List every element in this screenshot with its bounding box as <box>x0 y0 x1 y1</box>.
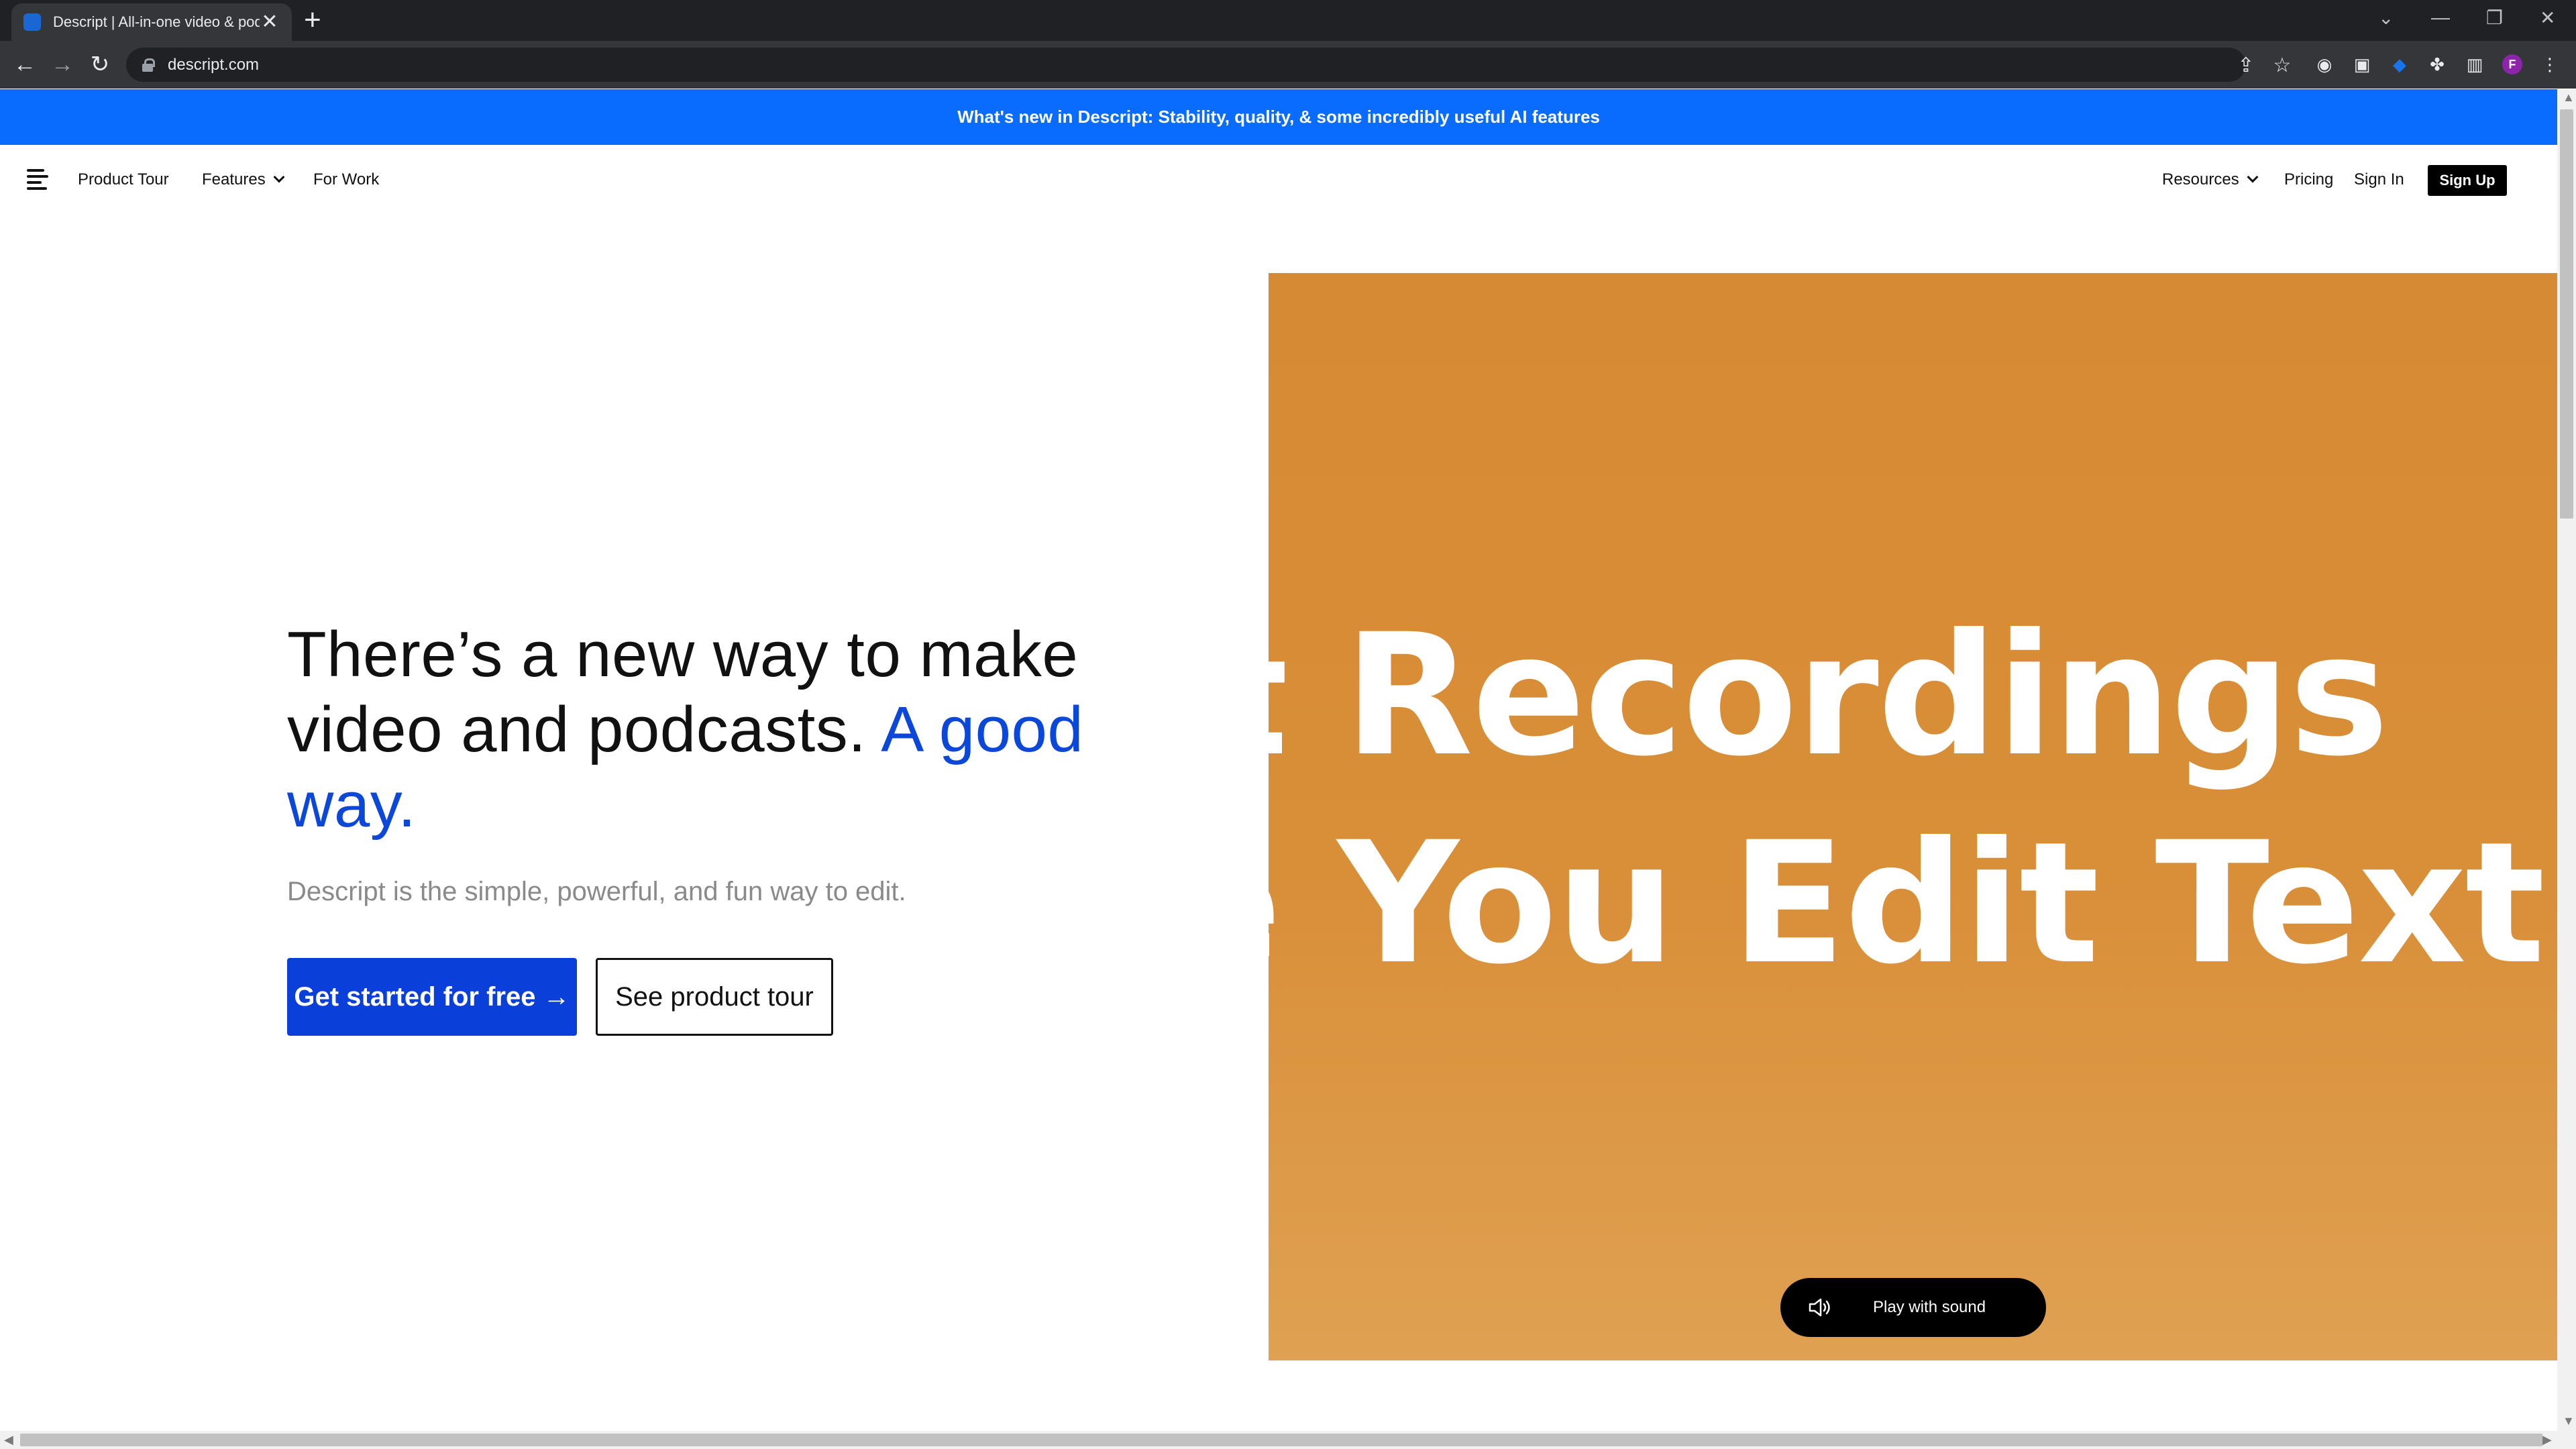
address-bar[interactable]: descript.com ⇪ ☆ <box>126 48 2291 82</box>
browser-tab-active[interactable]: Descript | All-in-one video & podcast ed… <box>11 3 292 41</box>
horizontal-scroll-thumb[interactable] <box>20 1434 2542 1446</box>
url-text: descript.com <box>168 55 260 74</box>
close-window-icon[interactable]: ✕ <box>2540 0 2555 35</box>
lock-icon <box>142 58 155 72</box>
tab-title: Descript | All-in-one video & podcast ed… <box>53 13 260 30</box>
back-icon[interactable]: ← <box>9 49 40 80</box>
side-panel-icon[interactable]: ▥ <box>2465 54 2485 74</box>
nav-resources[interactable]: Resources <box>2162 170 2259 189</box>
nav-features[interactable]: Features <box>202 170 285 189</box>
forward-icon[interactable]: → <box>47 49 78 80</box>
scroll-up-icon[interactable]: ▲ <box>2563 91 2575 105</box>
sign-up-button[interactable]: Sign Up <box>2428 165 2507 196</box>
hero-subtext: Descript is the simple, powerful, and fu… <box>287 877 906 906</box>
extensions-puzzle-icon[interactable]: ✤ <box>2427 54 2447 74</box>
play-with-sound-label: Play with sound <box>1873 1298 1986 1316</box>
chevron-down-icon <box>273 171 285 183</box>
hero-video[interactable]: t Recordings e You Edit Text <box>1269 273 2557 1360</box>
reload-icon[interactable]: ↻ <box>85 49 115 80</box>
nav-for-work[interactable]: For Work <box>313 170 379 189</box>
share-icon[interactable]: ⇪ <box>2234 53 2258 77</box>
scroll-right-icon[interactable]: ▶ <box>2542 1433 2552 1447</box>
video-caption-line-1: t Recordings <box>1269 598 2389 793</box>
horizontal-scrollbar[interactable]: ◀ ▶ <box>0 1431 2576 1449</box>
extension-1password-icon[interactable]: ◉ <box>2314 54 2334 74</box>
extension-pin-icon[interactable]: ◆ <box>2390 54 2410 74</box>
restore-icon[interactable]: ❐ <box>2486 0 2503 35</box>
chevron-down-icon <box>2247 171 2259 183</box>
bookmark-star-icon[interactable]: ☆ <box>2270 53 2294 77</box>
nav-sign-in[interactable]: Sign In <box>2354 170 2404 189</box>
scroll-left-icon[interactable]: ◀ <box>4 1433 13 1447</box>
descript-favicon-icon <box>23 13 41 31</box>
browser-menu-icon[interactable]: ⋮ <box>2540 54 2560 74</box>
profile-avatar[interactable]: F <box>2502 54 2522 74</box>
site-navigation: Product Tour Features For Work Resources… <box>0 145 2557 217</box>
tab-close-icon[interactable]: ✕ <box>260 12 280 32</box>
see-product-tour-button[interactable]: See product tour <box>596 958 833 1036</box>
extension-blue-icon[interactable]: ▣ <box>2352 54 2372 74</box>
video-caption-line-2: e You Edit Text <box>1269 806 2545 1001</box>
minimize-icon[interactable]: — <box>2431 0 2450 35</box>
new-tab-button[interactable]: + <box>304 5 321 35</box>
nav-resources-label: Resources <box>2162 170 2239 189</box>
tab-search-icon[interactable]: ⌄ <box>2378 0 2394 35</box>
nav-features-label: Features <box>202 170 266 189</box>
play-with-sound-button[interactable]: Play with sound <box>1780 1278 2046 1337</box>
nav-pricing[interactable]: Pricing <box>2284 170 2333 189</box>
nav-product-tour[interactable]: Product Tour <box>78 170 169 189</box>
hero-headline: There’s a new way to make video and podc… <box>287 617 1092 843</box>
announcement-banner[interactable]: What's new in Descript: Stability, quali… <box>0 89 2557 145</box>
get-started-button[interactable]: Get started for free → <box>287 958 577 1036</box>
vertical-scrollbar[interactable]: ▲ ▼ <box>2557 89 2576 1431</box>
scroll-down-icon[interactable]: ▼ <box>2563 1414 2575 1428</box>
vertical-scroll-thumb[interactable] <box>2560 109 2573 519</box>
speaker-icon <box>1809 1298 1830 1317</box>
browser-tabstrip: Descript | All-in-one video & podcast ed… <box>0 0 2576 41</box>
descript-logo-icon[interactable] <box>27 169 48 192</box>
browser-toolbar: ← → ↻ descript.com ⇪ ☆ ◉ ▣ ◆ ✤ ▥ F ⋮ <box>0 41 2576 89</box>
